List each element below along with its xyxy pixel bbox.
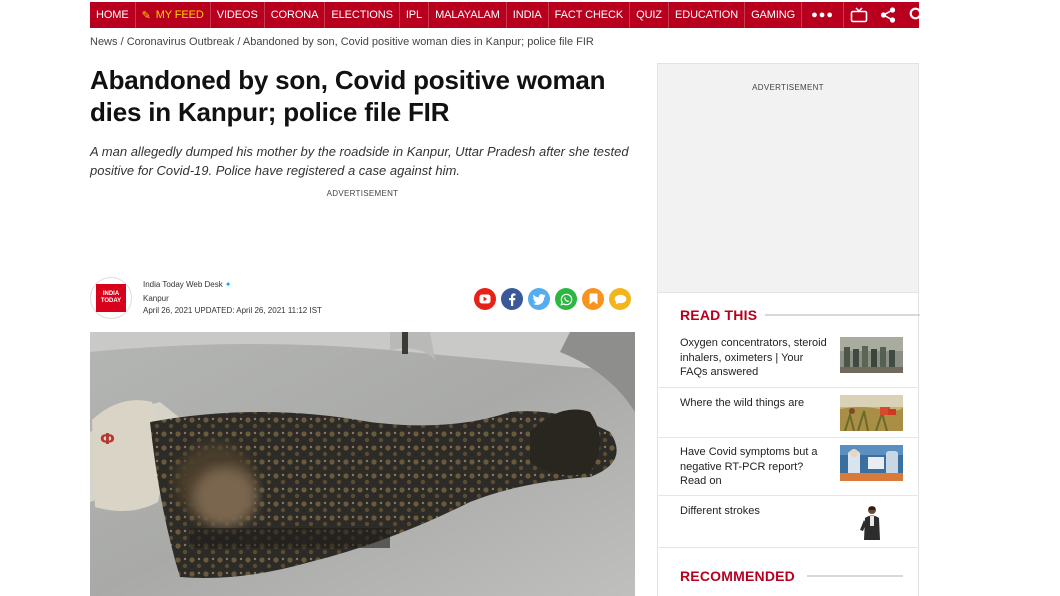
- article-headline: Abandoned by son, Covid positive woman d…: [90, 65, 606, 127]
- nav-my-feed[interactable]: ✎ MY FEED: [136, 2, 211, 28]
- nav-quiz[interactable]: QUIZ: [630, 2, 669, 28]
- search-icon[interactable]: [902, 2, 931, 28]
- nav-links: HOME ✎ MY FEED VIDEOS CORONA ELECTIONS I…: [90, 2, 845, 28]
- top-nav-bar: HOME ✎ MY FEED VIDEOS CORONA ELECTIONS I…: [90, 2, 953, 28]
- story-wild-things[interactable]: Where the wild things are: [658, 388, 919, 438]
- breadcrumb-current: Abandoned by son, Covid positive woman d…: [242, 36, 594, 48]
- nav-icons: [844, 2, 968, 28]
- youtube-icon[interactable]: [474, 288, 496, 310]
- author-name[interactable]: India Today Web Desk: [143, 280, 223, 289]
- story-thumbnail[interactable]: [840, 504, 903, 540]
- story-title[interactable]: Have Covid symptoms but a negative RT-PC…: [680, 445, 832, 489]
- nav-gaming[interactable]: GAMING: [745, 2, 803, 28]
- breadcrumb-news[interactable]: News: [90, 36, 118, 48]
- tv-icon[interactable]: [844, 2, 873, 28]
- story-thumbnail[interactable]: [840, 337, 903, 373]
- india-today-logo: INDIA TODAY: [90, 277, 132, 319]
- advertisement-label: ADVERTISEMENT: [752, 83, 824, 92]
- article-summary: A man allegedly dumped his mother by the…: [90, 144, 629, 178]
- breadcrumb-coronavirus[interactable]: Coronavirus Outbreak: [127, 36, 235, 48]
- story-oxygen-concentrators[interactable]: Oxygen concentrators, steroid inhalers, …: [658, 336, 919, 388]
- logo-text-india: INDIA: [102, 291, 120, 297]
- story-title[interactable]: Oxygen concentrators, steroid inhalers, …: [680, 336, 832, 380]
- share-icon[interactable]: [873, 2, 902, 28]
- byline: INDIA TODAY India Today Web Desk ✦ Kanpur…: [90, 276, 635, 322]
- nav-more-button[interactable]: ●●●: [802, 2, 845, 28]
- breadcrumb: News / Coronavirus Outbreak / Abandoned …: [90, 36, 594, 48]
- nav-education[interactable]: EDUCATION: [669, 2, 746, 28]
- nav-ipl[interactable]: IPL: [400, 2, 430, 28]
- sidebar-ad: ADVERTISEMENT: [657, 63, 919, 293]
- publish-dates: April 26, 2021 UPDATED: April 26, 2021 1…: [143, 306, 322, 315]
- svg-text:Ф: Ф: [100, 430, 115, 448]
- nav-videos[interactable]: VIDEOS: [211, 2, 265, 28]
- nav-india[interactable]: INDIA: [507, 2, 549, 28]
- twitter-bird-icon[interactable]: ✦: [225, 280, 232, 289]
- comment-icon[interactable]: [609, 288, 631, 310]
- story-covid-symptoms[interactable]: Have Covid symptoms but a negative RT-PC…: [658, 438, 919, 496]
- breadcrumb-separator: /: [117, 36, 127, 48]
- breadcrumb-separator: /: [234, 36, 243, 48]
- story-title[interactable]: Where the wild things are: [680, 396, 832, 411]
- nav-home[interactable]: HOME: [90, 2, 136, 28]
- pencil-icon: ✎: [141, 9, 151, 22]
- facebook-icon[interactable]: [501, 288, 523, 310]
- section-divider: [807, 575, 903, 577]
- dateline-location: Kanpur: [143, 294, 169, 303]
- advertisement-label: ADVERTISEMENT: [326, 189, 399, 198]
- read-this-heading: READ THIS: [680, 307, 758, 323]
- bookmark-icon[interactable]: [582, 288, 604, 310]
- story-thumbnail[interactable]: [840, 395, 903, 431]
- recommended-heading: RECOMMENDED: [680, 568, 795, 584]
- share-buttons: [474, 288, 631, 310]
- nav-elections[interactable]: ELECTIONS: [325, 2, 400, 28]
- story-thumbnail[interactable]: [840, 445, 903, 481]
- nav-my-feed-label: MY FEED: [155, 9, 204, 21]
- nav-malayalam[interactable]: MALAYALAM: [429, 2, 507, 28]
- sidebar: READ THIS Oxygen concentrators, steroid …: [657, 292, 920, 596]
- nav-corona[interactable]: CORONA: [265, 2, 326, 28]
- story-different-strokes[interactable]: Different strokes: [658, 496, 919, 548]
- whatsapp-icon[interactable]: [555, 288, 577, 310]
- logo-text-today: TODAY: [100, 298, 122, 304]
- author: India Today Web Desk ✦: [143, 280, 231, 289]
- user-icon[interactable]: [931, 2, 960, 28]
- nav-fact-check[interactable]: FACT CHECK: [549, 2, 631, 28]
- twitter-icon[interactable]: [528, 288, 550, 310]
- section-divider: [765, 314, 920, 316]
- story-title[interactable]: Different strokes: [680, 504, 832, 519]
- article-photo: Ф: [90, 332, 635, 596]
